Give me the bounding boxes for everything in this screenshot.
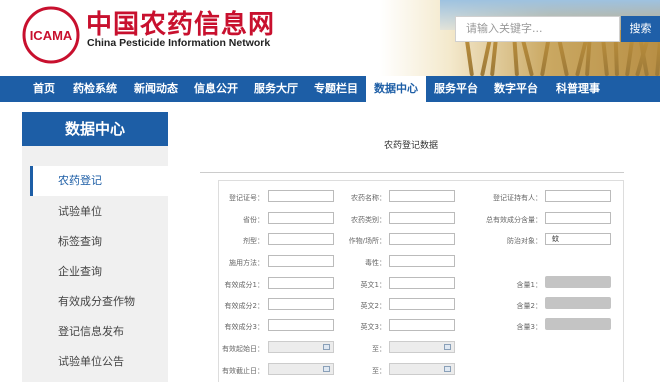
toxicity-select[interactable]	[389, 255, 455, 267]
ingredient2-label: 有效成分2：	[224, 302, 264, 310]
site-title[interactable]: 中国农药信息网	[86, 4, 275, 41]
province-select[interactable]	[268, 212, 334, 224]
sidebar-item-test-units[interactable]: 试验单位	[30, 197, 168, 227]
english2-label: 英文2：	[360, 302, 386, 310]
nav-item-drug-inspection[interactable]: 药检系统	[66, 76, 124, 102]
calendar-icon[interactable]	[323, 366, 330, 372]
total-content-label: 总有效成分含量：	[486, 216, 542, 224]
calendar-icon[interactable]	[444, 344, 451, 350]
category-select[interactable]	[389, 212, 455, 224]
search-button[interactable]: 搜索	[621, 16, 660, 42]
formulation-select[interactable]	[268, 233, 334, 245]
pesticide-name-label: 农药名称：	[351, 194, 386, 202]
calendar-icon[interactable]	[444, 366, 451, 372]
nav-item-service-platform[interactable]: 服务平台	[426, 76, 486, 102]
content2-field[interactable]	[545, 297, 611, 309]
valid-start-label: 有效起始日：	[222, 345, 264, 353]
ingredient1-field[interactable]	[268, 277, 334, 289]
main-nav: 首页 药检系统 新闻动态 信息公开 服务大厅 专题栏目 数据中心 服务平台 数字…	[0, 76, 660, 104]
sidebar: 数据中心 农药登记 试验单位 标签查询 企业查询 有效成分查作物 登记信息发布 …	[22, 112, 168, 382]
english1-label: 英文1：	[360, 281, 386, 289]
content1-field[interactable]	[545, 276, 611, 288]
sidebar-item-ingredient-crop[interactable]: 有效成分查作物	[30, 287, 168, 317]
category-label: 农药类别：	[351, 216, 386, 224]
valid-end-label: 有效截止日：	[222, 367, 264, 375]
content1-label: 含量1：	[516, 281, 542, 289]
reg-holder-label: 登记证持有人：	[493, 194, 542, 202]
sidebar-item-registration-info[interactable]: 登记信息发布	[30, 317, 168, 347]
nav-item-topics[interactable]: 专题栏目	[306, 76, 366, 102]
valid-end-to-label: 至：	[372, 367, 386, 375]
english3-label: 英文3：	[360, 323, 386, 331]
target-field[interactable]: 蚊	[545, 233, 611, 245]
formulation-label: 剂型：	[243, 237, 264, 245]
province-label: 省份：	[243, 216, 264, 224]
sidebar-item-company-query[interactable]: 企业查询	[30, 257, 168, 287]
sidebar-title: 数据中心	[22, 112, 168, 146]
crop-label: 作物/场所：	[348, 237, 386, 245]
nav-item-news[interactable]: 新闻动态	[126, 76, 186, 102]
sidebar-item-pesticide-registration[interactable]: 农药登记	[30, 166, 168, 196]
target-label: 防治对象：	[507, 237, 542, 245]
toxicity-label: 毒性：	[365, 259, 386, 267]
pesticide-name-field[interactable]	[389, 190, 455, 202]
content2-label: 含量2：	[516, 302, 542, 310]
ingredient3-field[interactable]	[268, 319, 334, 331]
ingredient3-label: 有效成分3：	[224, 323, 264, 331]
sidebar-item-label-query[interactable]: 标签查询	[30, 227, 168, 257]
logo-text: ICAMA	[30, 28, 73, 43]
method-label: 施用方法：	[229, 259, 264, 267]
content3-label: 含量3：	[516, 323, 542, 331]
method-field[interactable]	[268, 255, 334, 267]
nav-item-home[interactable]: 首页	[22, 76, 66, 102]
valid-start-to-label: 至：	[372, 345, 386, 353]
english3-field[interactable]	[389, 319, 455, 331]
calendar-icon[interactable]	[323, 344, 330, 350]
crop-field[interactable]	[389, 233, 455, 245]
reg-no-label: 登记证号：	[229, 194, 264, 202]
nav-item-digital-platform[interactable]: 数字平台	[486, 76, 546, 102]
sidebar-item-test-unit-notice[interactable]: 试验单位公告	[30, 347, 168, 377]
english2-field[interactable]	[389, 298, 455, 310]
icama-logo[interactable]: ICAMA	[22, 6, 80, 64]
reg-holder-field[interactable]	[545, 190, 611, 202]
nav-item-science[interactable]: 科普理事	[546, 76, 610, 102]
site-subtitle: China Pesticide Information Network	[87, 37, 271, 49]
nav-item-data-center[interactable]: 数据中心	[366, 76, 426, 104]
nav-item-service-hall[interactable]: 服务大厅	[246, 76, 306, 102]
page-title: 农药登记数据	[384, 141, 439, 151]
site-header: ICAMA 中国农药信息网 China Pesticide Informatio…	[0, 0, 660, 76]
title-divider	[200, 172, 624, 173]
reg-no-field[interactable]	[268, 190, 334, 202]
english1-field[interactable]	[389, 277, 455, 289]
ingredient1-label: 有效成分1：	[224, 281, 264, 289]
total-content-field[interactable]	[545, 212, 611, 224]
content3-field[interactable]	[545, 318, 611, 330]
nav-item-disclosure[interactable]: 信息公开	[186, 76, 246, 102]
search-input[interactable]: 请输入关键字...	[455, 16, 620, 42]
ingredient2-field[interactable]	[268, 298, 334, 310]
